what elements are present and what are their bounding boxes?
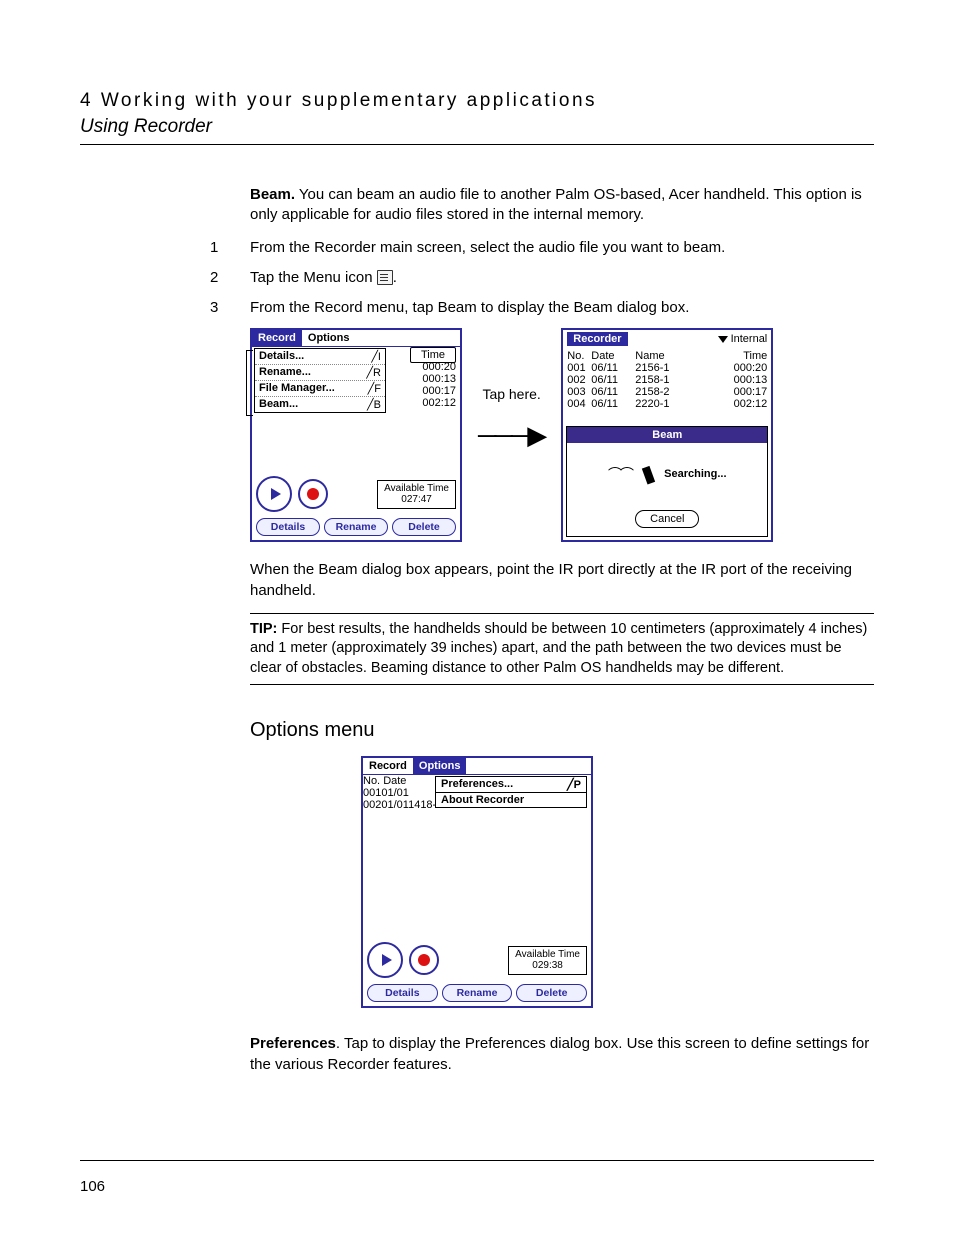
header-rule [80,144,874,145]
list-item: 00106/112156-1000:20 [567,362,767,374]
step-text-3: From the Record menu, tap Beam to displa… [250,298,874,318]
tip-label: TIP: [250,621,277,637]
play-icon [382,954,392,966]
list-item: 00406/112220-1002:12 [567,398,767,410]
delete-button[interactable]: Delete [516,984,587,1002]
preferences-label: Preferences [250,1035,336,1052]
menu-icon [377,270,393,285]
record-icon [307,488,319,500]
beam-status: Searching... [664,468,726,480]
menubar: Record Options [252,330,460,347]
options-menu-heading: Options menu [250,719,874,742]
beam-dialog: Beam ⌒⌒ ▮ Searching... Cancel [566,426,768,537]
tip-block: TIP: For best results, the handhelds sho… [250,613,874,686]
menu-item-preferences[interactable]: Preferences...╱P [436,777,586,793]
step2-post: . [393,269,397,286]
tab-record[interactable]: Record [252,330,302,346]
menubar: Record Options [363,758,591,775]
brace-icon [246,350,253,416]
rename-button[interactable]: Rename [324,518,388,536]
step2-pre: Tap the Menu icon [250,269,377,286]
screenshot-record-menu: Record Options Details...╱I Rename...╱R … [250,328,462,542]
playback-controls: Available Time 027:47 [252,472,460,514]
step-text-1: From the Recorder main screen, select th… [250,238,874,258]
tab-options[interactable]: Options [413,758,467,774]
details-button[interactable]: Details [367,984,438,1002]
playback-controls: Available Time 029:38 [363,938,591,980]
after-figure-text: When the Beam dialog box appears, point … [250,560,874,601]
list-header: No. Date Name Time [563,348,771,362]
cancel-button[interactable]: Cancel [635,510,699,528]
chapter-title: 4 Working with your supplementary applic… [80,90,874,112]
page-number: 106 [80,1178,105,1195]
menu-item-rename[interactable]: Rename...╱R [255,365,385,381]
play-icon [271,488,281,500]
waves-icon: ⌒⌒ [608,464,632,484]
callout-tap-here: Tap here. [482,386,540,402]
beam-dialog-title: Beam [567,427,767,443]
step-num-1: 1 [210,238,250,258]
footer-rule [80,1160,874,1161]
file-list: 00106/112156-1000:20 00206/112158-1000:1… [563,362,771,410]
step-text-2: Tap the Menu icon . [250,268,874,288]
record-button[interactable] [298,479,328,509]
record-dropdown: Details...╱I Rename...╱R File Manager...… [254,348,386,413]
rename-button[interactable]: Rename [442,984,513,1002]
menu-item-file-manager[interactable]: File Manager...╱F [255,381,385,397]
options-dropdown: Preferences...╱P About Recorder [435,776,587,808]
storage-selector[interactable]: Internal [718,333,768,345]
list-item: 00206/112158-1000:13 [567,374,767,386]
tab-options[interactable]: Options [302,330,356,346]
step-num-2: 2 [210,268,250,288]
delete-button[interactable]: Delete [392,518,456,536]
step-num-3: 3 [210,298,250,318]
available-time-box: Available Time 029:38 [508,946,587,975]
beam-label: Beam. [250,186,295,203]
play-button[interactable] [256,476,292,512]
record-icon [418,954,430,966]
screenshot-beam-dialog: Recorder Internal No. Date Name Time 001… [561,328,773,542]
menu-item-beam[interactable]: Beam...╱B [255,397,385,412]
tab-record[interactable]: Record [363,758,413,774]
device-icon: ▮ [638,459,658,488]
intro-paragraph: Beam. You can beam an audio file to anot… [250,185,874,226]
arrow-right-icon: ───▶ [478,420,545,451]
preferences-paragraph: Preferences. Tap to display the Preferen… [250,1034,874,1075]
menu-item-about[interactable]: About Recorder [436,793,586,807]
chevron-down-icon [718,336,728,343]
intro-text: You can beam an audio file to another Pa… [250,186,862,223]
details-button[interactable]: Details [256,518,320,536]
play-button[interactable] [367,942,403,978]
available-time-box: Available Time 027:47 [377,480,456,509]
preferences-text: . Tap to display the Preferences dialog … [250,1035,869,1072]
list-item: 00306/112158-2000:17 [567,386,767,398]
app-title: Recorder [567,332,627,346]
section-title: Using Recorder [80,116,874,138]
menu-item-details[interactable]: Details...╱I [255,349,385,365]
tip-text: For best results, the handhelds should b… [250,621,867,676]
screenshot-options-menu: Record Options Preferences...╱P About Re… [361,756,593,1008]
record-button[interactable] [409,945,439,975]
